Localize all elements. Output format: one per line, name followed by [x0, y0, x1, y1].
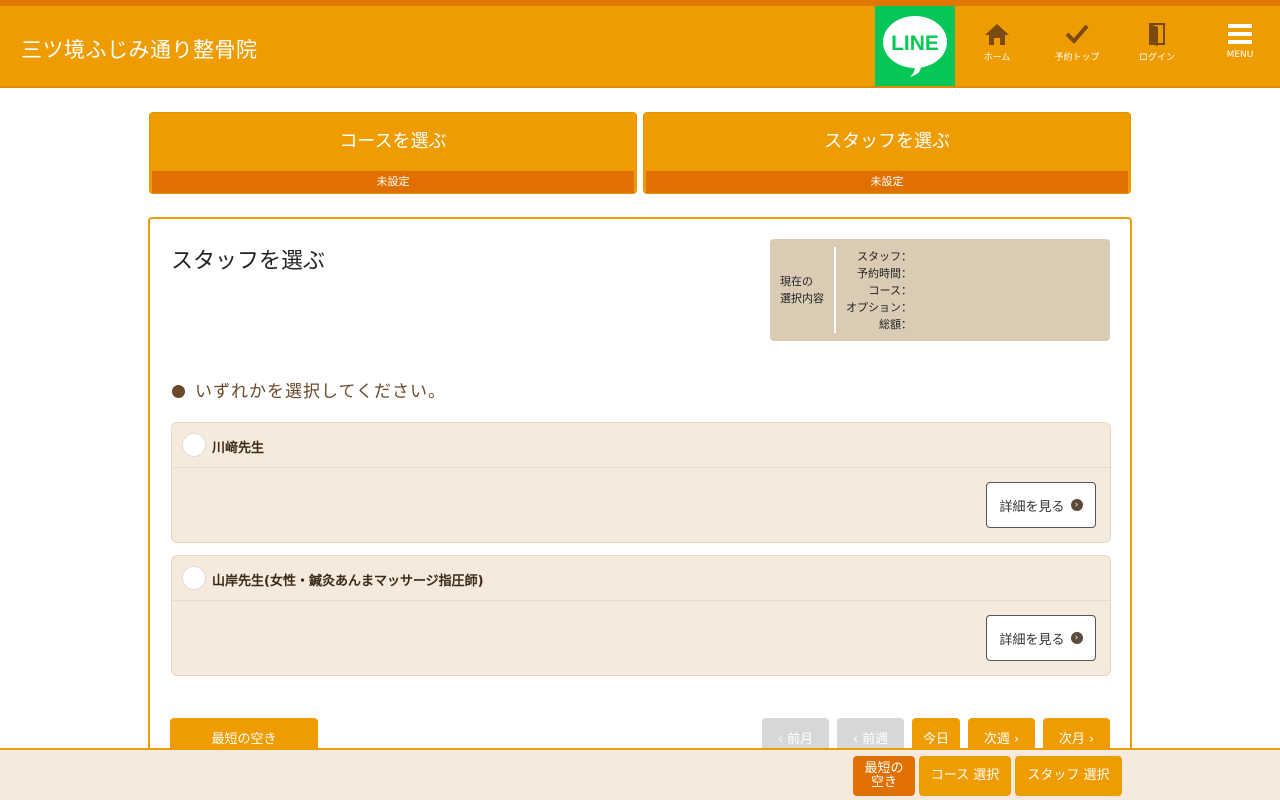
current-selection-summary: 現在の 選択内容 スタッフ： 予約時間： コース： オプション： 総額： [770, 239, 1110, 341]
staff-detail-button[interactable]: 詳細を見る › [986, 615, 1096, 661]
next-month-label: 次月 [1058, 732, 1085, 747]
line-label: LINE [891, 32, 939, 55]
nav-menu-label: MENU [1226, 50, 1254, 60]
chevron-left-icon: ‹ [852, 732, 863, 747]
line-icon: LINE [883, 16, 947, 77]
bottom-staff-select-button[interactable]: スタッフ 選択 [1015, 756, 1122, 796]
nav-login-label: ログイン [1138, 53, 1175, 63]
next-week-label: 次週 [983, 732, 1010, 747]
hamburger-icon [1228, 24, 1252, 44]
summary-course: コース： [868, 284, 912, 297]
line-button[interactable]: LINE [875, 6, 955, 86]
bottom-course-select-button[interactable]: コース 選択 [919, 756, 1011, 796]
summary-divider [834, 247, 836, 333]
summary-total: 総額： [879, 318, 912, 331]
step-staff-title: スタッフを選ぶ [824, 131, 950, 152]
step-course-status: 未設定 [152, 171, 634, 193]
staff-radio[interactable] [182, 566, 206, 590]
instruction: いずれかを選択してください。 [172, 377, 446, 402]
step-staff-status: 未設定 [646, 171, 1128, 193]
nav-booking-top[interactable]: 予約トップ [1037, 22, 1117, 63]
staff-radio[interactable] [182, 433, 206, 457]
staff-option[interactable]: 山岸先生(女性・鍼灸あんまマッサージ指圧師) 詳細を見る › [171, 555, 1111, 676]
bottom-action-bar: 最短の 空き コース 選択 スタッフ 選択 [0, 748, 1280, 800]
staff-name: 山岸先生(女性・鍼灸あんまマッサージ指圧師) [212, 574, 484, 589]
prev-month-label: 前月 [787, 732, 814, 747]
detail-label: 詳細を見る [999, 499, 1065, 515]
site-title[interactable]: 三ツ境ふじみ通り整骨院 [21, 34, 258, 64]
staff-option-header: 川﨑先生 [172, 423, 1110, 468]
staff-option[interactable]: 川﨑先生 詳細を見る › [171, 422, 1111, 543]
detail-label: 詳細を見る [999, 632, 1065, 648]
summary-time: 予約時間： [857, 267, 912, 280]
staff-selection-panel: スタッフを選ぶ 現在の 選択内容 スタッフ： 予約時間： コース： オプション：… [148, 217, 1132, 777]
check-icon [1065, 24, 1089, 44]
staff-detail-button[interactable]: 詳細を見る › [986, 482, 1096, 528]
chevron-right-icon: › [1009, 732, 1020, 747]
chevron-right-icon: › [1070, 499, 1083, 511]
step-staff[interactable]: スタッフを選ぶ 未設定 [643, 112, 1131, 194]
summary-option: オプション： [846, 301, 912, 314]
chevron-right-icon: › [1084, 732, 1095, 747]
nav-home-label: ホーム [983, 53, 1011, 63]
chevron-left-icon: ‹ [777, 732, 788, 747]
chevron-right-icon: › [1070, 632, 1083, 644]
nav-home[interactable]: ホーム [957, 22, 1037, 63]
summary-staff: スタッフ： [857, 250, 912, 263]
bottom-earliest-button[interactable]: 最短の 空き [853, 756, 915, 796]
step-course[interactable]: コースを選ぶ 未設定 [149, 112, 637, 194]
home-icon [985, 24, 1009, 45]
step-course-title: コースを選ぶ [339, 131, 447, 152]
staff-name: 川﨑先生 [212, 441, 265, 456]
staff-option-header: 山岸先生(女性・鍼灸あんまマッサージ指圧師) [172, 556, 1110, 601]
summary-rows: スタッフ： 予約時間： コース： オプション： 総額： [840, 248, 912, 333]
site-header: 三ツ境ふじみ通り整骨院 LINE ホーム 予約トップ ログイン MENU [0, 0, 1280, 88]
summary-label: 現在の 選択内容 [780, 275, 824, 305]
nav-menu[interactable]: MENU [1200, 22, 1280, 60]
prev-week-label: 前週 [862, 732, 889, 747]
nav-login[interactable]: ログイン [1117, 22, 1197, 63]
nav-booking-top-label: 予約トップ [1054, 53, 1100, 63]
bullet-dot-icon [172, 385, 185, 398]
instruction-text: いずれかを選択してください。 [195, 382, 446, 402]
door-icon [1149, 23, 1165, 46]
panel-title: スタッフを選ぶ [171, 249, 326, 274]
